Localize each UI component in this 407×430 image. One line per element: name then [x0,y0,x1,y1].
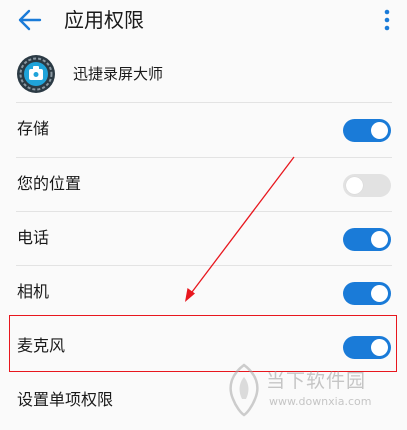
more-vertical-icon[interactable] [376,6,398,34]
permission-row-microphone[interactable]: 麦克风 [0,320,407,374]
page-title: 应用权限 [64,8,144,32]
camera-toggle[interactable] [343,282,391,305]
storage-toggle[interactable] [343,119,391,142]
permission-row-phone[interactable]: 电话 [0,212,407,266]
permission-label: 存储 [17,119,50,138]
toggle-knob [371,122,388,139]
permission-row-storage[interactable]: 存储 [0,103,407,157]
permission-label: 您的位置 [17,174,82,193]
phone-toggle[interactable] [343,228,391,251]
permission-label: 电话 [17,228,50,247]
single-permission-label: 设置单项权限 [17,390,114,409]
toggle-knob [371,231,388,248]
toggle-knob [346,177,363,194]
permission-label: 相机 [17,282,50,301]
toggle-knob [371,285,388,302]
back-arrow-icon[interactable] [14,6,46,34]
permission-label: 麦克风 [17,336,66,355]
app-name: 迅捷录屏大师 [73,65,164,83]
toggle-knob [371,339,388,356]
camera-app-icon [16,54,56,94]
permission-row-location[interactable]: 您的位置 [0,158,407,212]
permission-row-camera[interactable]: 相机 [0,266,407,320]
app-bar: 应用权限 [0,0,407,46]
microphone-toggle[interactable] [343,336,391,359]
single-permission-row[interactable]: 设置单项权限 [0,374,407,426]
app-info-row: 迅捷录屏大师 [0,46,407,102]
location-toggle[interactable] [343,174,391,197]
